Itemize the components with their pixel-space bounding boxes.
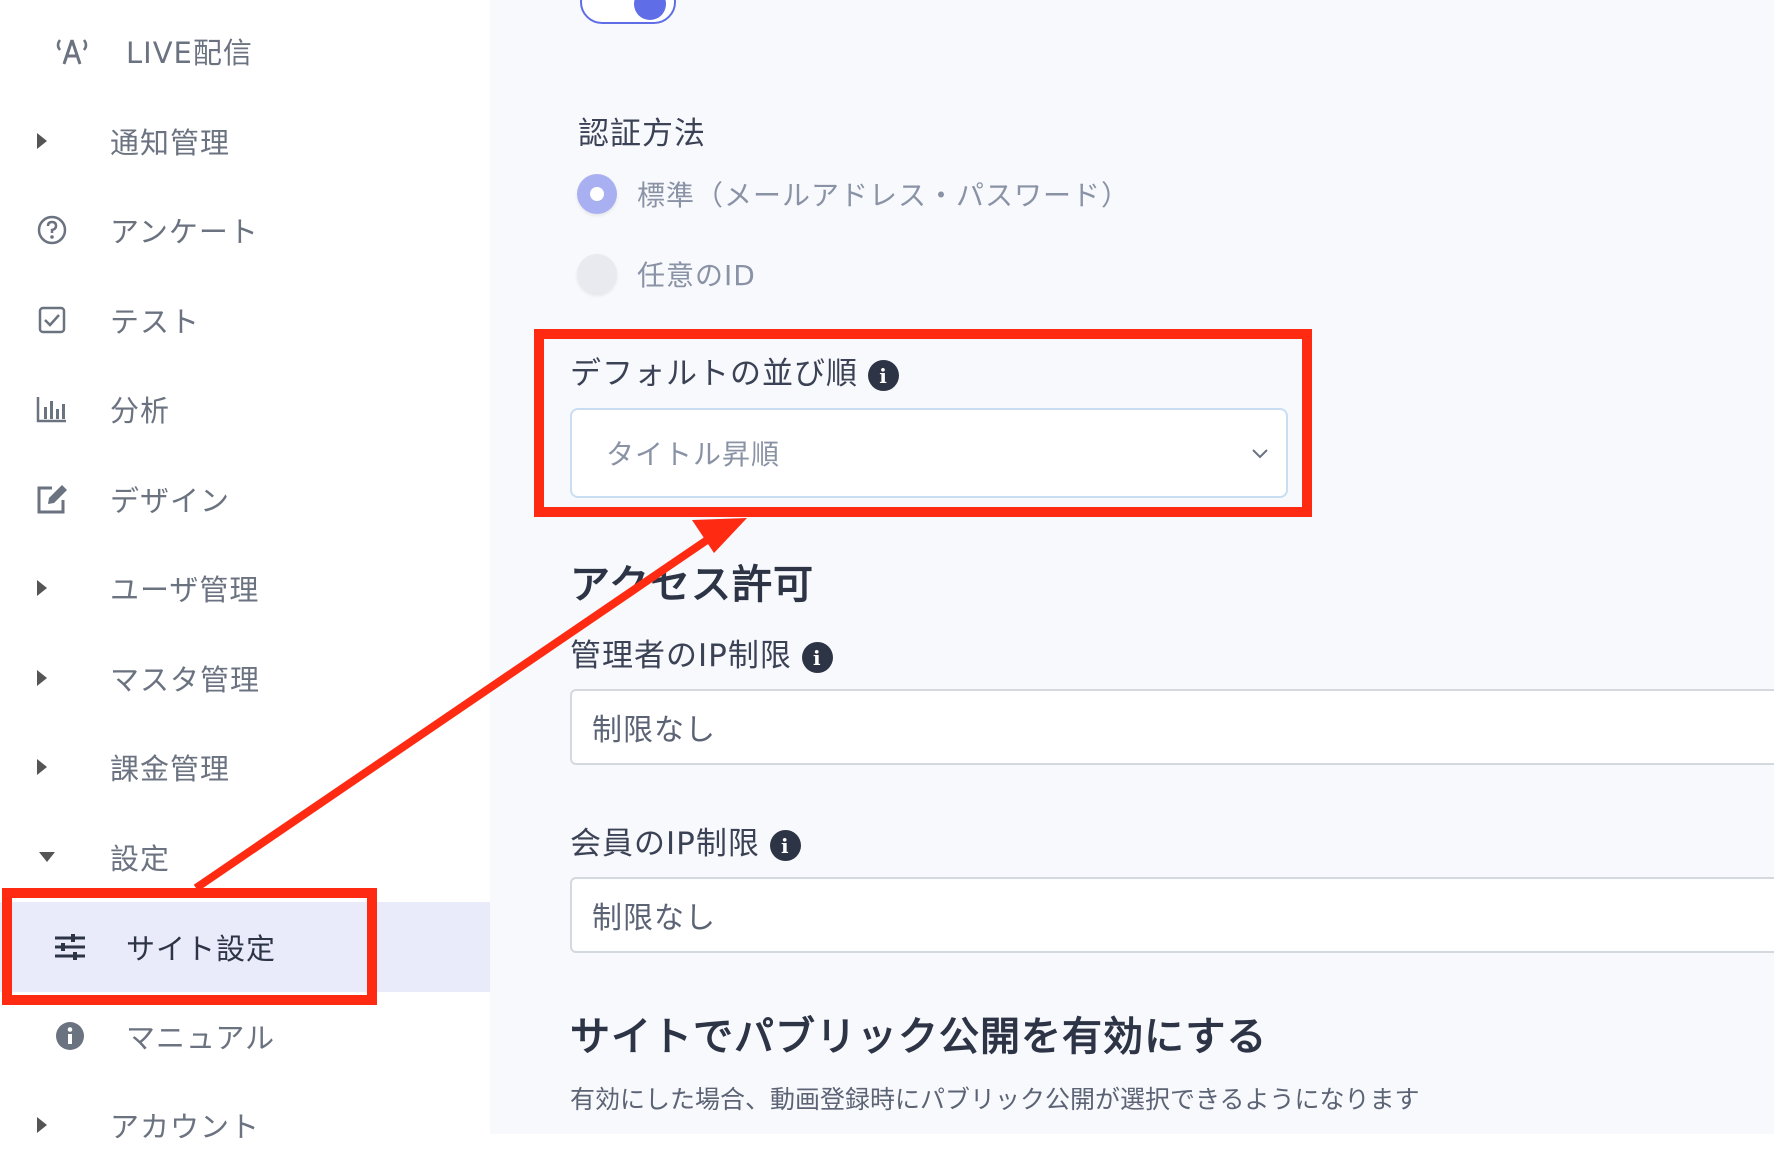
radio-custom-id-label: 任意のID [637, 259, 756, 292]
caret-right-icon [20, 566, 64, 610]
sidebar-item-settings[interactable]: 設定 [0, 827, 490, 887]
sidebar-item-label: テスト [110, 305, 201, 339]
member-ip-value: 制限なし [592, 901, 716, 936]
member-ip-input[interactable]: 制限なし [570, 877, 1774, 953]
radio-standard[interactable] [577, 174, 617, 214]
auth-option-standard[interactable]: 標準（メールアドレス・パスワード） [577, 174, 1130, 214]
sidebar-item-label: 通知管理 [110, 126, 231, 160]
public-heading: サイトでパブリック公開を有効にする [570, 1014, 1268, 1060]
caret-right-icon [20, 119, 64, 163]
caret-right-icon [20, 745, 64, 789]
access-heading: アクセス許可 [570, 562, 814, 608]
toggle-knob [634, 0, 666, 20]
member-ip-label: 会員のIP制限 i [570, 818, 801, 863]
admin-ip-value: 制限なし [592, 713, 716, 748]
radio-custom-id[interactable] [577, 254, 617, 294]
sidebar-item-master[interactable]: マスタ管理 [0, 648, 490, 708]
info-circle-icon [48, 1014, 92, 1058]
sidebar-item-label: アカウント [110, 1110, 261, 1144]
question-circle-icon [30, 208, 74, 252]
highlight-box-site-settings [2, 888, 377, 1005]
sidebar-item-users[interactable]: ユーザ管理 [0, 558, 490, 618]
broadcast-icon [50, 29, 94, 73]
bar-chart-icon [30, 387, 74, 431]
admin-ip-label-text: 管理者のIP制限 [570, 638, 792, 674]
sidebar-item-label: アンケート [110, 215, 259, 249]
sidebar-item-live[interactable]: LIVE配信 [0, 21, 490, 81]
caret-right-icon [20, 1103, 64, 1147]
sidebar-item-notifications[interactable]: 通知管理 [0, 111, 490, 171]
admin-ip-label: 管理者のIP制限 i [570, 630, 833, 675]
sidebar-item-analytics[interactable]: 分析 [0, 379, 490, 439]
info-icon[interactable]: i [769, 830, 801, 861]
sidebar-item-account[interactable]: アカウント [0, 1095, 490, 1155]
sidebar-item-label: 設定 [110, 842, 171, 876]
sidebar-item-survey[interactable]: アンケート [0, 200, 490, 260]
sidebar-item-test[interactable]: テスト [0, 290, 490, 350]
sidebar-item-label: マスタ管理 [110, 663, 261, 697]
setting-toggle[interactable] [580, 0, 676, 24]
caret-right-icon [20, 656, 64, 700]
check-square-icon [30, 298, 74, 342]
sidebar-item-label: マニュアル [126, 1021, 276, 1055]
admin-ip-input[interactable]: 制限なし [570, 689, 1774, 765]
sidebar-item-billing[interactable]: 課金管理 [0, 737, 490, 797]
member-ip-label-text: 会員のIP制限 [570, 826, 760, 862]
sidebar-item-label: 課金管理 [110, 752, 231, 786]
public-description: 有効にした場合、動画登録時にパブリック公開が選択できるようになります [570, 1085, 1420, 1114]
auth-method-label: 認証方法 [578, 116, 706, 152]
sidebar-item-label: デザイン [110, 484, 231, 518]
auth-option-custom-id[interactable]: 任意のID [577, 254, 756, 294]
sidebar-item-label: 分析 [110, 394, 171, 428]
sidebar-item-label: ユーザ管理 [110, 573, 260, 607]
caret-down-icon [25, 835, 69, 879]
info-icon[interactable]: i [801, 642, 833, 673]
sidebar-item-label: LIVE配信 [126, 36, 253, 70]
sidebar-item-design[interactable]: デザイン [0, 469, 490, 529]
highlight-box-sort [534, 329, 1312, 517]
edit-icon [30, 477, 74, 521]
radio-standard-label: 標準（メールアドレス・パスワード） [637, 179, 1131, 212]
sidebar-item-manual[interactable]: マニュアル [0, 1006, 490, 1066]
